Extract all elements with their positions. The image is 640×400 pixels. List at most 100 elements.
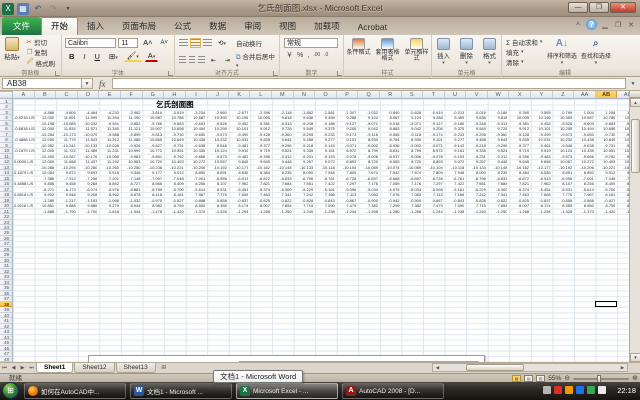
taskbar-button-firefox[interactable]: 如何在AutoCAD中... bbox=[24, 383, 126, 399]
vertical-scrollbar[interactable]: ▲ ▼ bbox=[629, 91, 640, 362]
cells-button-插入[interactable]: 插入▾ bbox=[433, 36, 455, 66]
sheet-tab-Sheet1[interactable]: Sheet1 bbox=[36, 363, 73, 373]
taskbar-button-word[interactable]: W文档1 - Microsoft ... bbox=[130, 383, 232, 399]
next-sheet-icon[interactable]: ▶ bbox=[18, 363, 27, 373]
shrink-font-icon[interactable]: A˅ bbox=[157, 39, 171, 47]
align-bottom-icon[interactable] bbox=[203, 39, 212, 47]
italic-button[interactable]: I bbox=[80, 51, 88, 62]
cells-button-格式[interactable]: 格式▾ bbox=[479, 36, 501, 66]
column-header-B[interactable]: B bbox=[35, 91, 57, 99]
scroll-up-icon[interactable]: ▲ bbox=[630, 98, 640, 107]
taskbar-clock[interactable]: 22:18 bbox=[617, 386, 636, 395]
tab-Acrobat[interactable]: Acrobat bbox=[349, 20, 396, 35]
vertical-scroll-thumb[interactable] bbox=[631, 119, 640, 173]
name-box[interactable]: AB38 bbox=[2, 78, 82, 89]
number-glyph-￥[interactable]: ￥ bbox=[286, 50, 293, 60]
scroll-right-icon[interactable]: ▶ bbox=[618, 364, 627, 372]
column-header-AB[interactable]: AB bbox=[596, 91, 618, 99]
column-header-L[interactable]: L bbox=[250, 91, 272, 99]
column-header-W[interactable]: W bbox=[488, 91, 510, 99]
dialog-launcher-icon[interactable] bbox=[337, 71, 342, 76]
column-header-U[interactable]: U bbox=[445, 91, 467, 99]
tray-icon-5[interactable] bbox=[598, 386, 606, 394]
align-center-icon[interactable] bbox=[189, 56, 196, 64]
column-header-D[interactable]: D bbox=[78, 91, 100, 99]
editing-查找和选择[interactable]: ⌕查找和选择▾ bbox=[579, 35, 613, 66]
cells-button-删除[interactable]: 删除▾ bbox=[456, 36, 478, 66]
fill-color-icon[interactable]: 🖌▾ bbox=[124, 50, 142, 62]
font-size-combo[interactable]: 11 bbox=[118, 38, 138, 48]
editing-Σ 自动求和[interactable]: Σ 自动求和▾ bbox=[506, 37, 542, 47]
tab-插入[interactable]: 插入 bbox=[78, 18, 113, 35]
align-right-icon[interactable] bbox=[198, 56, 205, 64]
page-break-view-icon[interactable]: ▥ bbox=[536, 375, 545, 382]
formula-bar-expand-icon[interactable]: ▼ bbox=[628, 81, 638, 87]
close-button[interactable]: ✕ bbox=[610, 2, 636, 13]
sheet-tab-Sheet13[interactable]: Sheet13 bbox=[116, 363, 156, 373]
column-header-T[interactable]: T bbox=[423, 91, 445, 99]
align-middle-icon[interactable] bbox=[191, 39, 200, 47]
restore-button[interactable]: ❐ bbox=[589, 2, 609, 13]
start-button[interactable]: ⊞ bbox=[2, 382, 19, 399]
tab-开始[interactable]: 开始 bbox=[41, 17, 78, 35]
column-header-X[interactable]: X bbox=[509, 91, 531, 99]
column-header-A[interactable]: A bbox=[13, 91, 35, 99]
number-glyph-%[interactable]: % bbox=[297, 52, 303, 59]
sheet-grid[interactable]: 乞氏剖面图 -4.888-4.606-4.464-4.233-3.962-3.8… bbox=[13, 99, 629, 362]
increase-decimal-icon[interactable]: .00 bbox=[313, 52, 320, 58]
workbook-restore-icon[interactable]: ❐ bbox=[613, 21, 623, 29]
cut-button[interactable]: ✂剪切 bbox=[27, 37, 55, 47]
font-name-combo[interactable]: Calibri bbox=[65, 38, 116, 48]
underline-button[interactable]: U bbox=[92, 51, 103, 62]
sheet-tab-Sheet12[interactable]: Sheet12 bbox=[74, 363, 114, 373]
tab-视图[interactable]: 视图 bbox=[270, 18, 305, 35]
wrap-text-button[interactable]: 自动换行 bbox=[236, 38, 262, 48]
styles-button-0[interactable]: 条件格式 bbox=[344, 36, 373, 62]
tray-icon-2[interactable] bbox=[565, 386, 573, 394]
column-header-P[interactable]: P bbox=[337, 91, 359, 99]
bold-button[interactable]: B bbox=[66, 51, 77, 62]
scroll-left-icon[interactable]: ◀ bbox=[433, 364, 442, 371]
tray-icon-0[interactable] bbox=[543, 386, 551, 394]
column-header-M[interactable]: M bbox=[272, 91, 294, 99]
styles-button-2[interactable]: 单元格样式 bbox=[402, 36, 431, 62]
editing-排序和筛选[interactable]: A↓排序和筛选▾ bbox=[545, 35, 579, 66]
column-header-AC[interactable]: AC bbox=[617, 91, 629, 99]
column-header-E[interactable]: E bbox=[99, 91, 121, 99]
tray-icon-3[interactable] bbox=[576, 386, 584, 394]
column-header-V[interactable]: V bbox=[466, 91, 488, 99]
align-left-icon[interactable] bbox=[179, 56, 186, 64]
align-top-icon[interactable] bbox=[179, 39, 188, 47]
tab-数据[interactable]: 数据 bbox=[200, 18, 235, 35]
taskbar-button-excel[interactable]: XMicrosoft Excel - ... bbox=[236, 383, 338, 399]
workbook-minimize-icon[interactable]: ▁ bbox=[600, 21, 610, 29]
grow-font-icon[interactable]: A˄ bbox=[140, 37, 155, 48]
column-header-Y[interactable]: Y bbox=[531, 91, 553, 99]
taskbar-button-autocad[interactable]: AAutoCAD 2008 - [D... bbox=[342, 383, 444, 399]
styles-button-1[interactable]: 套用表格格式 bbox=[373, 36, 402, 62]
column-header-G[interactable]: G bbox=[143, 91, 165, 99]
tab-文件[interactable]: 文件 bbox=[2, 17, 41, 35]
zoom-level[interactable]: 55% bbox=[548, 375, 561, 382]
prev-sheet-icon[interactable]: ◀ bbox=[9, 363, 18, 373]
insert-worksheet-icon[interactable]: ⊞ bbox=[157, 363, 171, 373]
column-header-AA[interactable]: AA bbox=[574, 91, 596, 99]
select-all-corner[interactable] bbox=[0, 91, 13, 99]
borders-icon[interactable]: ⊞▾ bbox=[106, 51, 121, 62]
column-header-Z[interactable]: Z bbox=[553, 91, 575, 99]
column-header-J[interactable]: J bbox=[207, 91, 229, 99]
column-header-H[interactable]: H bbox=[164, 91, 186, 99]
editing-清除[interactable]: 清除▾ bbox=[506, 57, 542, 67]
paste-button[interactable]: 粘贴▾ bbox=[0, 35, 24, 61]
decrease-indent-icon[interactable]: ⇤ bbox=[208, 56, 219, 65]
name-box-dropdown-icon[interactable]: ▼ bbox=[82, 78, 93, 89]
orientation-icon[interactable]: ⟲▾ bbox=[215, 38, 229, 48]
minimize-button[interactable]: — bbox=[568, 2, 588, 13]
number-format-combo[interactable]: 常规 bbox=[284, 38, 338, 48]
normal-view-icon[interactable]: ▦ bbox=[512, 375, 521, 382]
formula-input[interactable] bbox=[112, 78, 627, 89]
dialog-launcher-icon[interactable] bbox=[55, 71, 60, 76]
format-painter-button[interactable]: 🖉格式刷 bbox=[27, 57, 55, 68]
scroll-down-icon[interactable]: ▼ bbox=[630, 353, 640, 362]
tray-icon-1[interactable] bbox=[554, 386, 562, 394]
